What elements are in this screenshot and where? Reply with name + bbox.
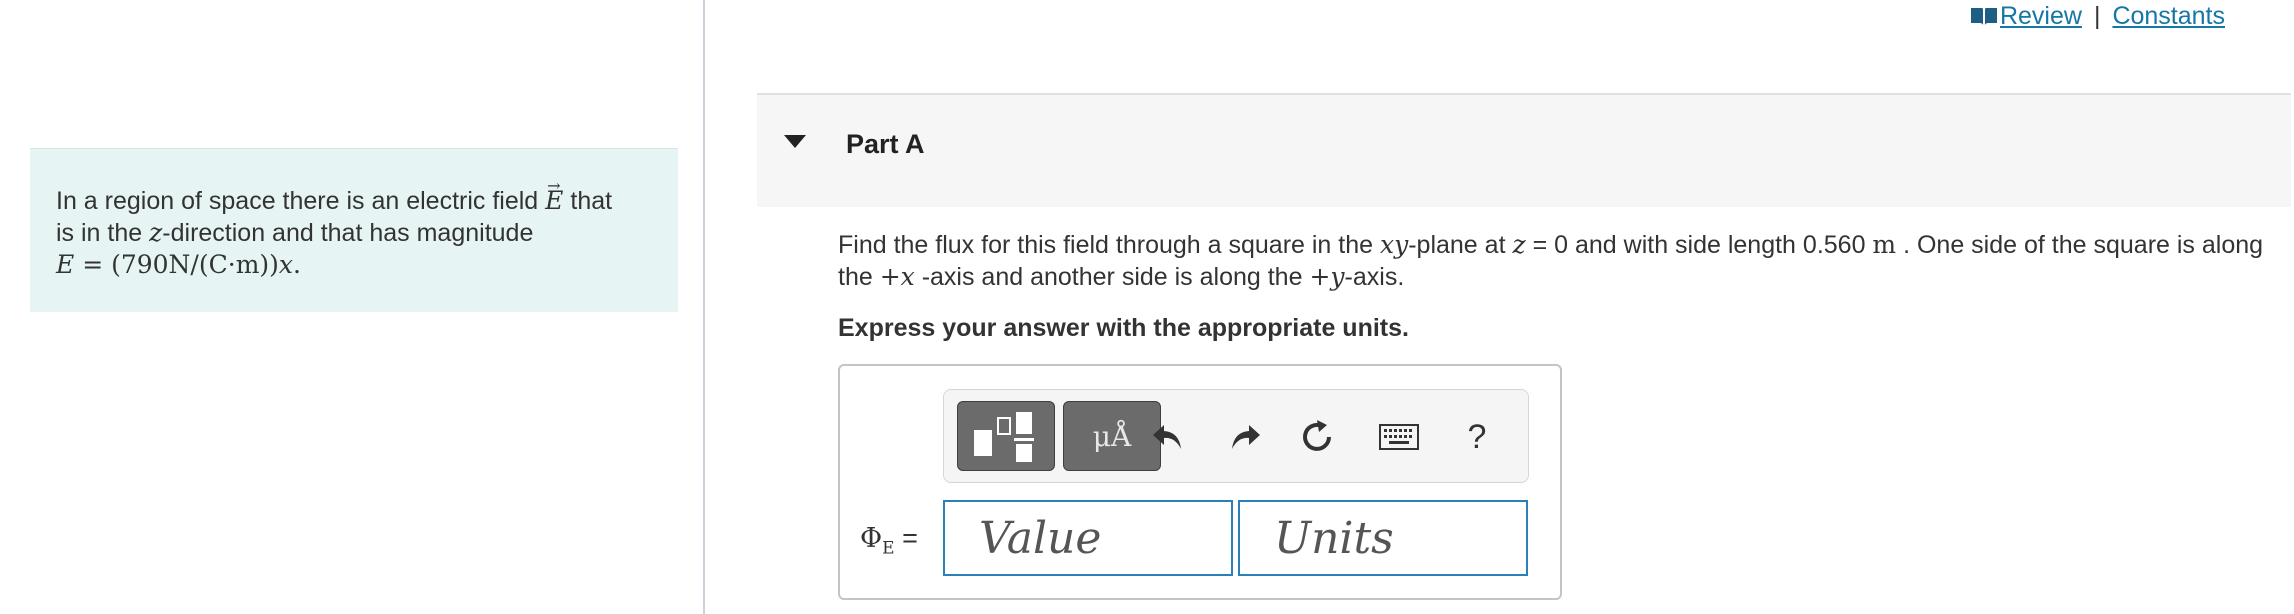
intro-text: that <box>563 187 613 215</box>
help-button[interactable]: ? <box>1454 414 1500 460</box>
question-segment: Find the flux for this field through a s… <box>838 231 1380 259</box>
phi-symbol: Φ <box>860 523 883 554</box>
part-title: Part A <box>846 129 925 159</box>
link-separator: | <box>2093 2 2101 30</box>
review-label: Review <box>1999 2 2082 30</box>
z-variable: z <box>1512 230 1526 259</box>
question-text: Find the flux for this field through a s… <box>838 229 2288 293</box>
review-link[interactable]: Review <box>1970 2 2082 31</box>
intro-text: -direction and that has magnitude <box>162 219 534 247</box>
answer-box: μÅ ? ΦE = Value Units <box>838 364 1562 600</box>
value-input[interactable] <box>943 500 1233 576</box>
answer-instruction: Express your answer with the appropriate… <box>838 314 1409 342</box>
intro-text: In a region of space there is an electri… <box>56 187 546 215</box>
question-segment: -axis. <box>1344 263 1405 291</box>
plus-x-axis: +x <box>879 262 915 291</box>
question-segment: -axis and another side is along the <box>914 263 1310 291</box>
right-pane: Review | Constants Part A Find the flux … <box>705 0 2294 614</box>
problem-intro: In a region of space there is an electri… <box>30 148 678 312</box>
flux-label: ΦE = <box>860 523 918 558</box>
plus-y-axis: +y <box>1309 262 1345 291</box>
phi-subscript: E <box>882 538 895 559</box>
book-icon <box>1970 6 1998 26</box>
keyboard-button[interactable] <box>1376 414 1422 460</box>
templates-button[interactable] <box>957 401 1055 471</box>
unit-meter: m <box>1872 230 1897 259</box>
x-variable: x <box>278 250 294 279</box>
redo-icon <box>1232 425 1260 449</box>
equals-sign: = <box>894 523 918 553</box>
intro-text: is in the <box>56 219 150 247</box>
field-magnitude-expression: = (790N/(C·m)) <box>74 250 279 279</box>
undo-button[interactable] <box>1144 414 1190 460</box>
intro-line-1: In a region of space there is an electri… <box>56 170 652 217</box>
intro-line-2: is in the z-direction and that has magni… <box>56 217 652 249</box>
intro-period: . <box>293 250 301 279</box>
constants-link[interactable]: Constants <box>2112 2 2225 31</box>
reset-icon <box>1303 420 1331 451</box>
intro-line-3: E = (790N/(C·m))x. <box>56 249 652 281</box>
units-input[interactable] <box>1238 500 1528 576</box>
top-links: Review | Constants <box>1970 2 2225 31</box>
undo-icon <box>1153 425 1181 449</box>
reset-button[interactable] <box>1294 414 1340 460</box>
xy-variable: xy <box>1379 230 1409 259</box>
math-toolbar: μÅ ? <box>943 389 1529 483</box>
question-segment: -plane at <box>1408 231 1513 259</box>
electric-field-vector: E <box>545 170 563 217</box>
field-magnitude-symbol: E <box>56 250 75 279</box>
z-variable: z <box>149 218 163 247</box>
keyboard-icon <box>1379 424 1419 450</box>
question-segment: = 0 and with side length 0.560 <box>1525 231 1873 259</box>
part-a-header[interactable]: Part A <box>757 93 2291 207</box>
left-pane: In a region of space there is an electri… <box>0 0 703 614</box>
collapse-caret-icon[interactable] <box>784 135 806 154</box>
redo-button[interactable] <box>1223 414 1269 460</box>
